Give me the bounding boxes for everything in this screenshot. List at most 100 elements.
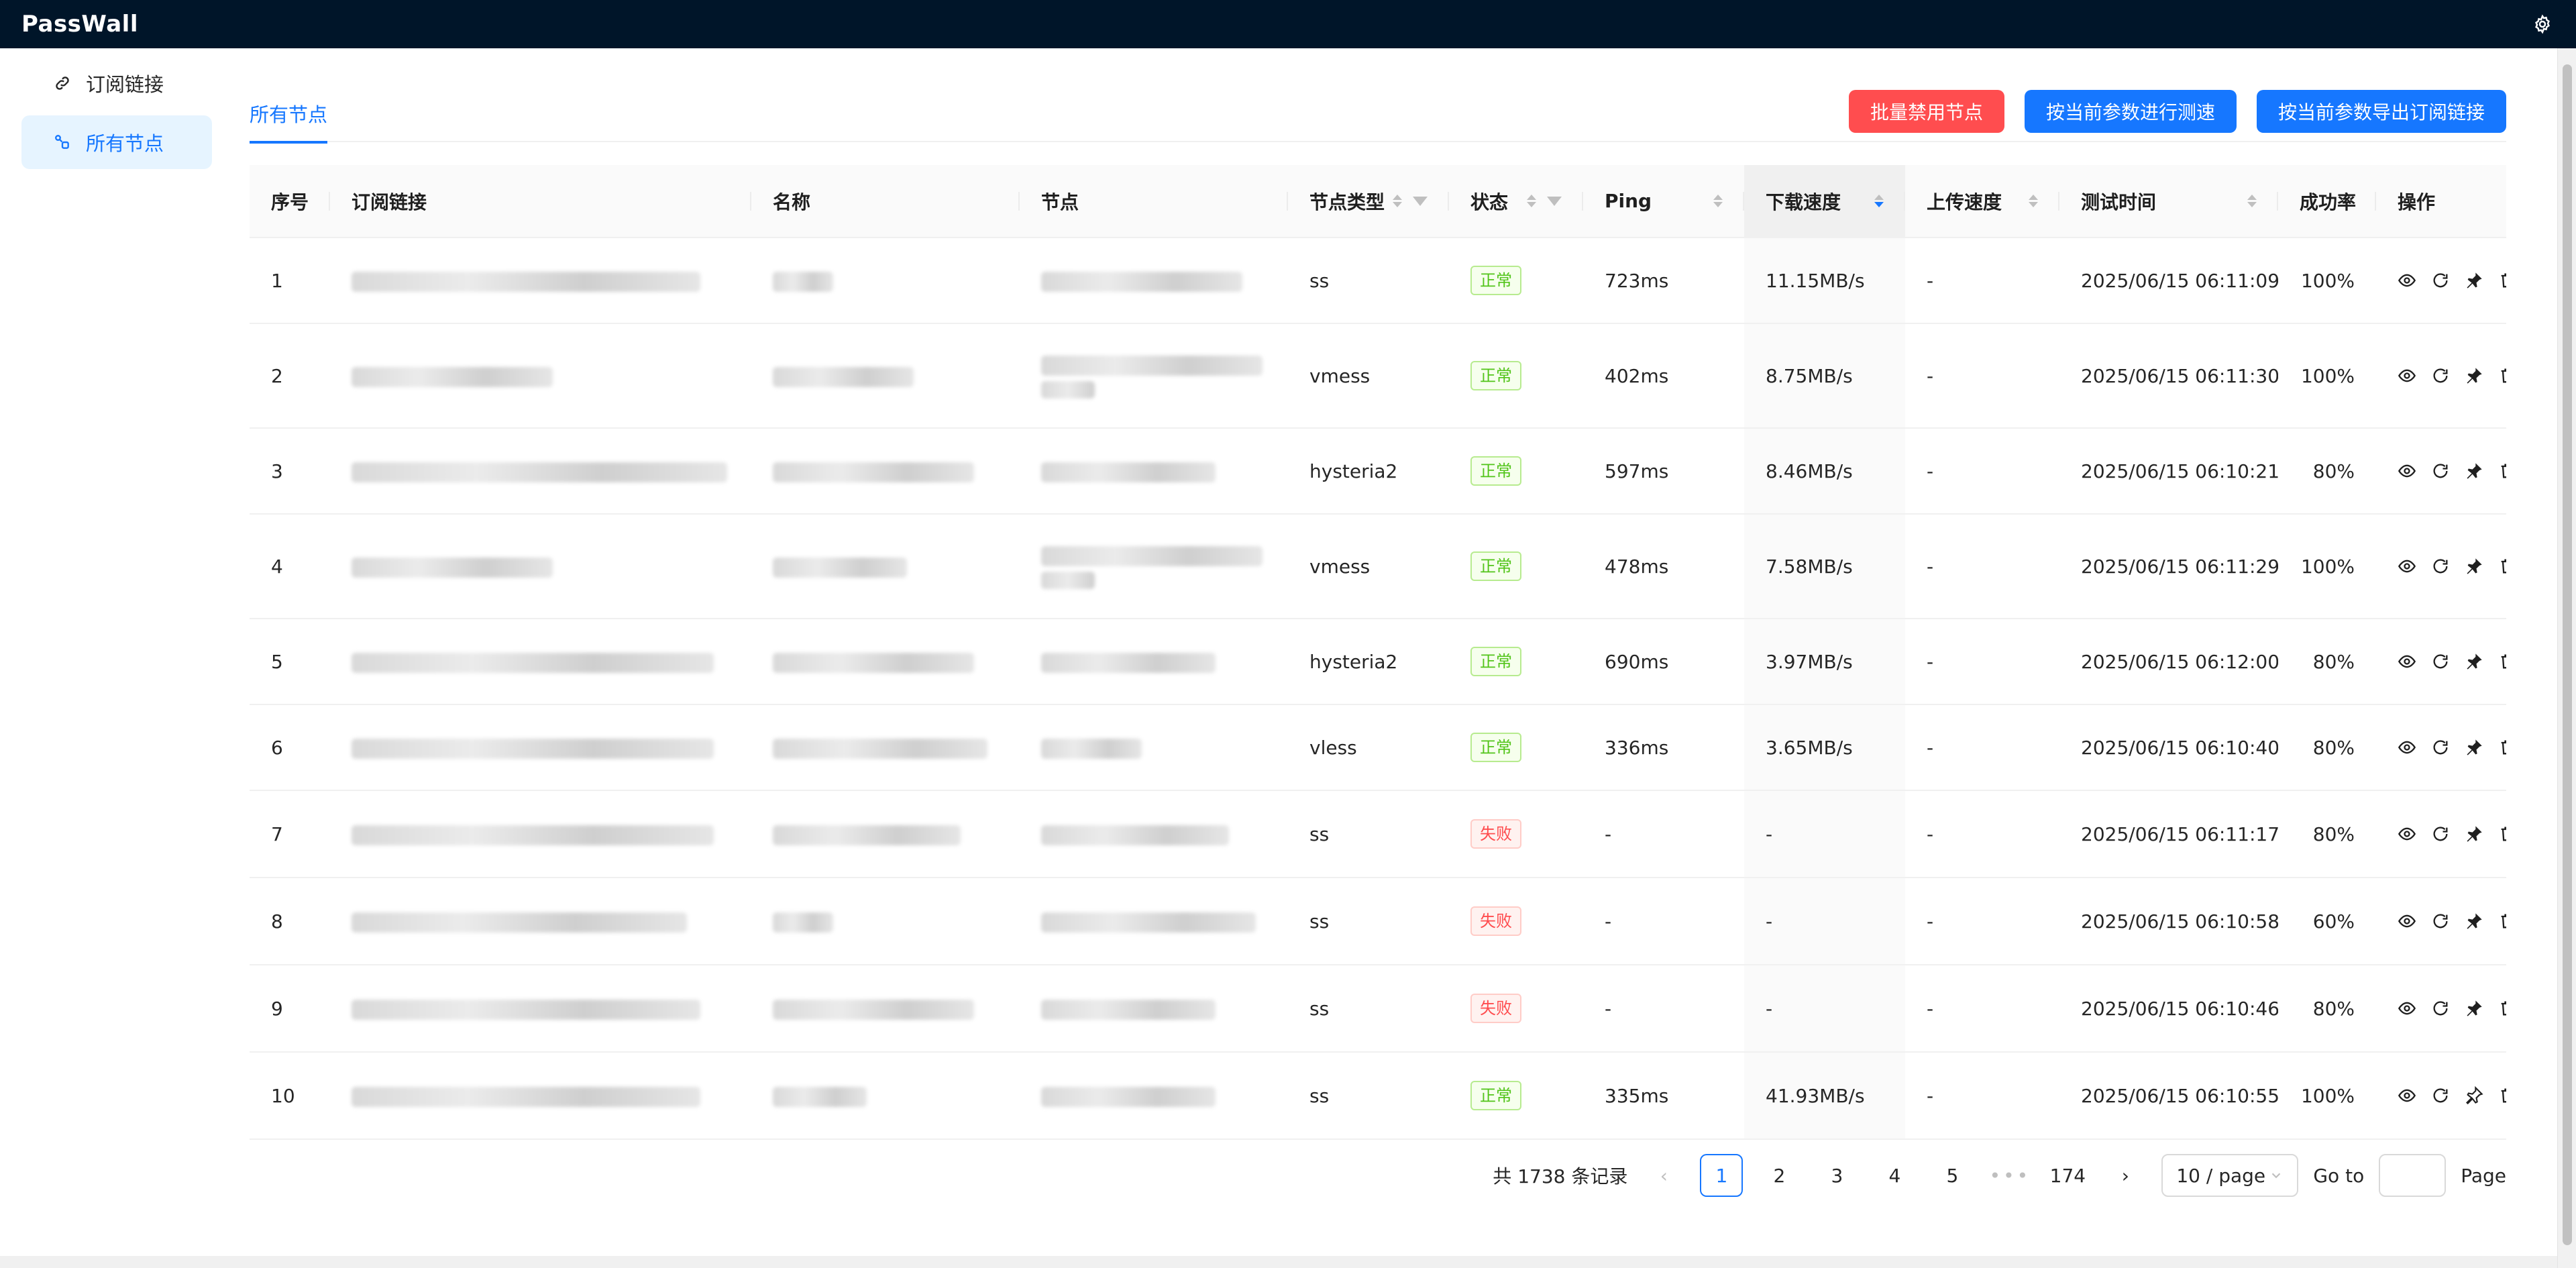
next-page-icon[interactable]: › — [2104, 1154, 2147, 1197]
cell-name — [751, 619, 1020, 705]
nodes-table: 序号 订阅链接 名称 节点 节点类型 状态 Ping 下载速度 上传速度 测试时… — [250, 165, 2506, 1140]
trash-icon[interactable] — [2498, 911, 2506, 931]
refresh-icon[interactable] — [2431, 556, 2450, 576]
table-row: 1 ss 正常 723ms 11.15MB/s - 2025/06/15 06:… — [250, 237, 2506, 324]
page-3[interactable]: 3 — [1815, 1154, 1858, 1197]
cell-type: vmess — [1288, 323, 1449, 429]
col-type[interactable]: 节点类型 — [1288, 165, 1449, 238]
export-subscription-button[interactable]: 按当前参数导出订阅链接 — [2256, 90, 2506, 133]
page-5[interactable]: 5 — [1931, 1154, 1974, 1197]
prev-page-icon[interactable]: ‹ — [1642, 1154, 1685, 1197]
cell-download: 3.97MB/s — [1744, 619, 1905, 705]
eye-icon[interactable] — [2398, 366, 2416, 386]
refresh-icon[interactable] — [2431, 461, 2450, 481]
eye-icon[interactable] — [2398, 556, 2416, 576]
col-upload[interactable]: 上传速度 — [1905, 165, 2059, 238]
trash-icon[interactable] — [2498, 461, 2506, 481]
vertical-scrollbar[interactable] — [2557, 48, 2576, 1268]
status-badge: 正常 — [1470, 733, 1521, 762]
sort-icon[interactable] — [1713, 195, 1723, 207]
page-last[interactable]: 174 — [2046, 1154, 2089, 1197]
cell-subscription — [330, 878, 751, 965]
page-2[interactable]: 2 — [1758, 1154, 1801, 1197]
scrollbar-thumb[interactable] — [2563, 64, 2572, 1245]
eye-icon[interactable] — [2398, 737, 2416, 757]
trash-icon[interactable] — [2498, 556, 2506, 576]
cell-ops — [2376, 878, 2506, 965]
eye-icon[interactable] — [2398, 824, 2416, 844]
sidebar-item-subscriptions[interactable]: 订阅链接 — [21, 56, 212, 110]
pin-icon[interactable] — [2465, 270, 2483, 290]
cell-name — [751, 323, 1020, 429]
cell-test-time: 2025/06/15 06:10:21 — [2059, 428, 2278, 515]
speed-test-button[interactable]: 按当前参数进行测速 — [2024, 90, 2237, 133]
cell-subscription — [330, 428, 751, 515]
pin-icon[interactable] — [2465, 556, 2483, 576]
sort-desc-icon[interactable] — [1874, 195, 1884, 207]
batch-disable-button[interactable]: 批量禁用节点 — [1848, 90, 2004, 133]
eye-icon[interactable] — [2398, 998, 2416, 1018]
sort-icon[interactable] — [1393, 195, 1403, 207]
cell-test-time: 2025/06/15 06:10:46 — [2059, 965, 2278, 1053]
trash-icon[interactable] — [2498, 824, 2506, 844]
pin-icon[interactable] — [2465, 737, 2483, 757]
filter-icon[interactable] — [1547, 196, 1562, 206]
refresh-icon[interactable] — [2431, 366, 2450, 386]
eye-icon[interactable] — [2398, 461, 2416, 481]
trash-icon[interactable] — [2498, 366, 2506, 386]
sort-icon[interactable] — [2247, 195, 2257, 207]
tab-all-nodes[interactable]: 所有节点 — [250, 99, 328, 144]
eye-icon[interactable] — [2398, 270, 2416, 290]
cell-subscription — [330, 514, 751, 619]
sort-icon[interactable] — [1527, 195, 1536, 207]
col-ping[interactable]: Ping — [1583, 165, 1744, 238]
page-label: Page — [2461, 1164, 2506, 1187]
refresh-icon[interactable] — [2431, 270, 2450, 290]
sort-icon[interactable] — [2029, 195, 2038, 207]
refresh-icon[interactable] — [2431, 911, 2450, 931]
page-4[interactable]: 4 — [1873, 1154, 1916, 1197]
col-download[interactable]: 下载速度 — [1744, 165, 1905, 238]
eye-icon[interactable] — [2398, 1086, 2416, 1106]
cell-upload: - — [1905, 878, 2059, 965]
col-test-time[interactable]: 测试时间 — [2059, 165, 2278, 238]
refresh-icon[interactable] — [2431, 1086, 2450, 1106]
refresh-icon[interactable] — [2431, 737, 2450, 757]
cell-download: - — [1744, 965, 1905, 1053]
refresh-icon[interactable] — [2431, 998, 2450, 1018]
col-ping-label: Ping — [1605, 190, 1652, 212]
page-1[interactable]: 1 — [1700, 1154, 1743, 1197]
col-type-label: 节点类型 — [1309, 191, 1385, 213]
trash-icon[interactable] — [2498, 651, 2506, 672]
pin-icon[interactable] — [2465, 651, 2483, 672]
cell-ops — [2376, 514, 2506, 619]
pin-icon[interactable] — [2465, 911, 2483, 931]
cell-node — [1020, 619, 1288, 705]
col-status[interactable]: 状态 — [1449, 165, 1583, 238]
col-status-label: 状态 — [1470, 191, 1509, 213]
sidebar-item-all-nodes[interactable]: 所有节点 — [21, 115, 212, 169]
pin-icon[interactable] — [2465, 824, 2483, 844]
cell-upload: - — [1905, 1052, 2059, 1140]
cell-ops — [2376, 619, 2506, 705]
gear-icon[interactable] — [2530, 12, 2555, 36]
trash-icon[interactable] — [2498, 1086, 2506, 1106]
trash-icon[interactable] — [2498, 737, 2506, 757]
eye-icon[interactable] — [2398, 911, 2416, 931]
page-ellipsis[interactable]: ••• — [1988, 1154, 2031, 1197]
refresh-icon[interactable] — [2431, 651, 2450, 672]
pin-icon[interactable] — [2465, 366, 2483, 386]
eye-icon[interactable] — [2398, 651, 2416, 672]
status-badge: 正常 — [1470, 551, 1521, 581]
refresh-icon[interactable] — [2431, 824, 2450, 844]
trash-icon[interactable] — [2498, 998, 2506, 1018]
filter-icon[interactable] — [1413, 196, 1428, 206]
trash-icon[interactable] — [2498, 270, 2506, 290]
goto-page-input[interactable] — [2379, 1154, 2447, 1197]
cell-node — [1020, 878, 1288, 965]
pin-icon[interactable] — [2465, 998, 2483, 1018]
pin-icon[interactable] — [2465, 461, 2483, 481]
cell-index: 3 — [250, 428, 330, 515]
pin-icon[interactable] — [2465, 1086, 2483, 1106]
page-size-select[interactable]: 10 / page — [2161, 1154, 2299, 1197]
